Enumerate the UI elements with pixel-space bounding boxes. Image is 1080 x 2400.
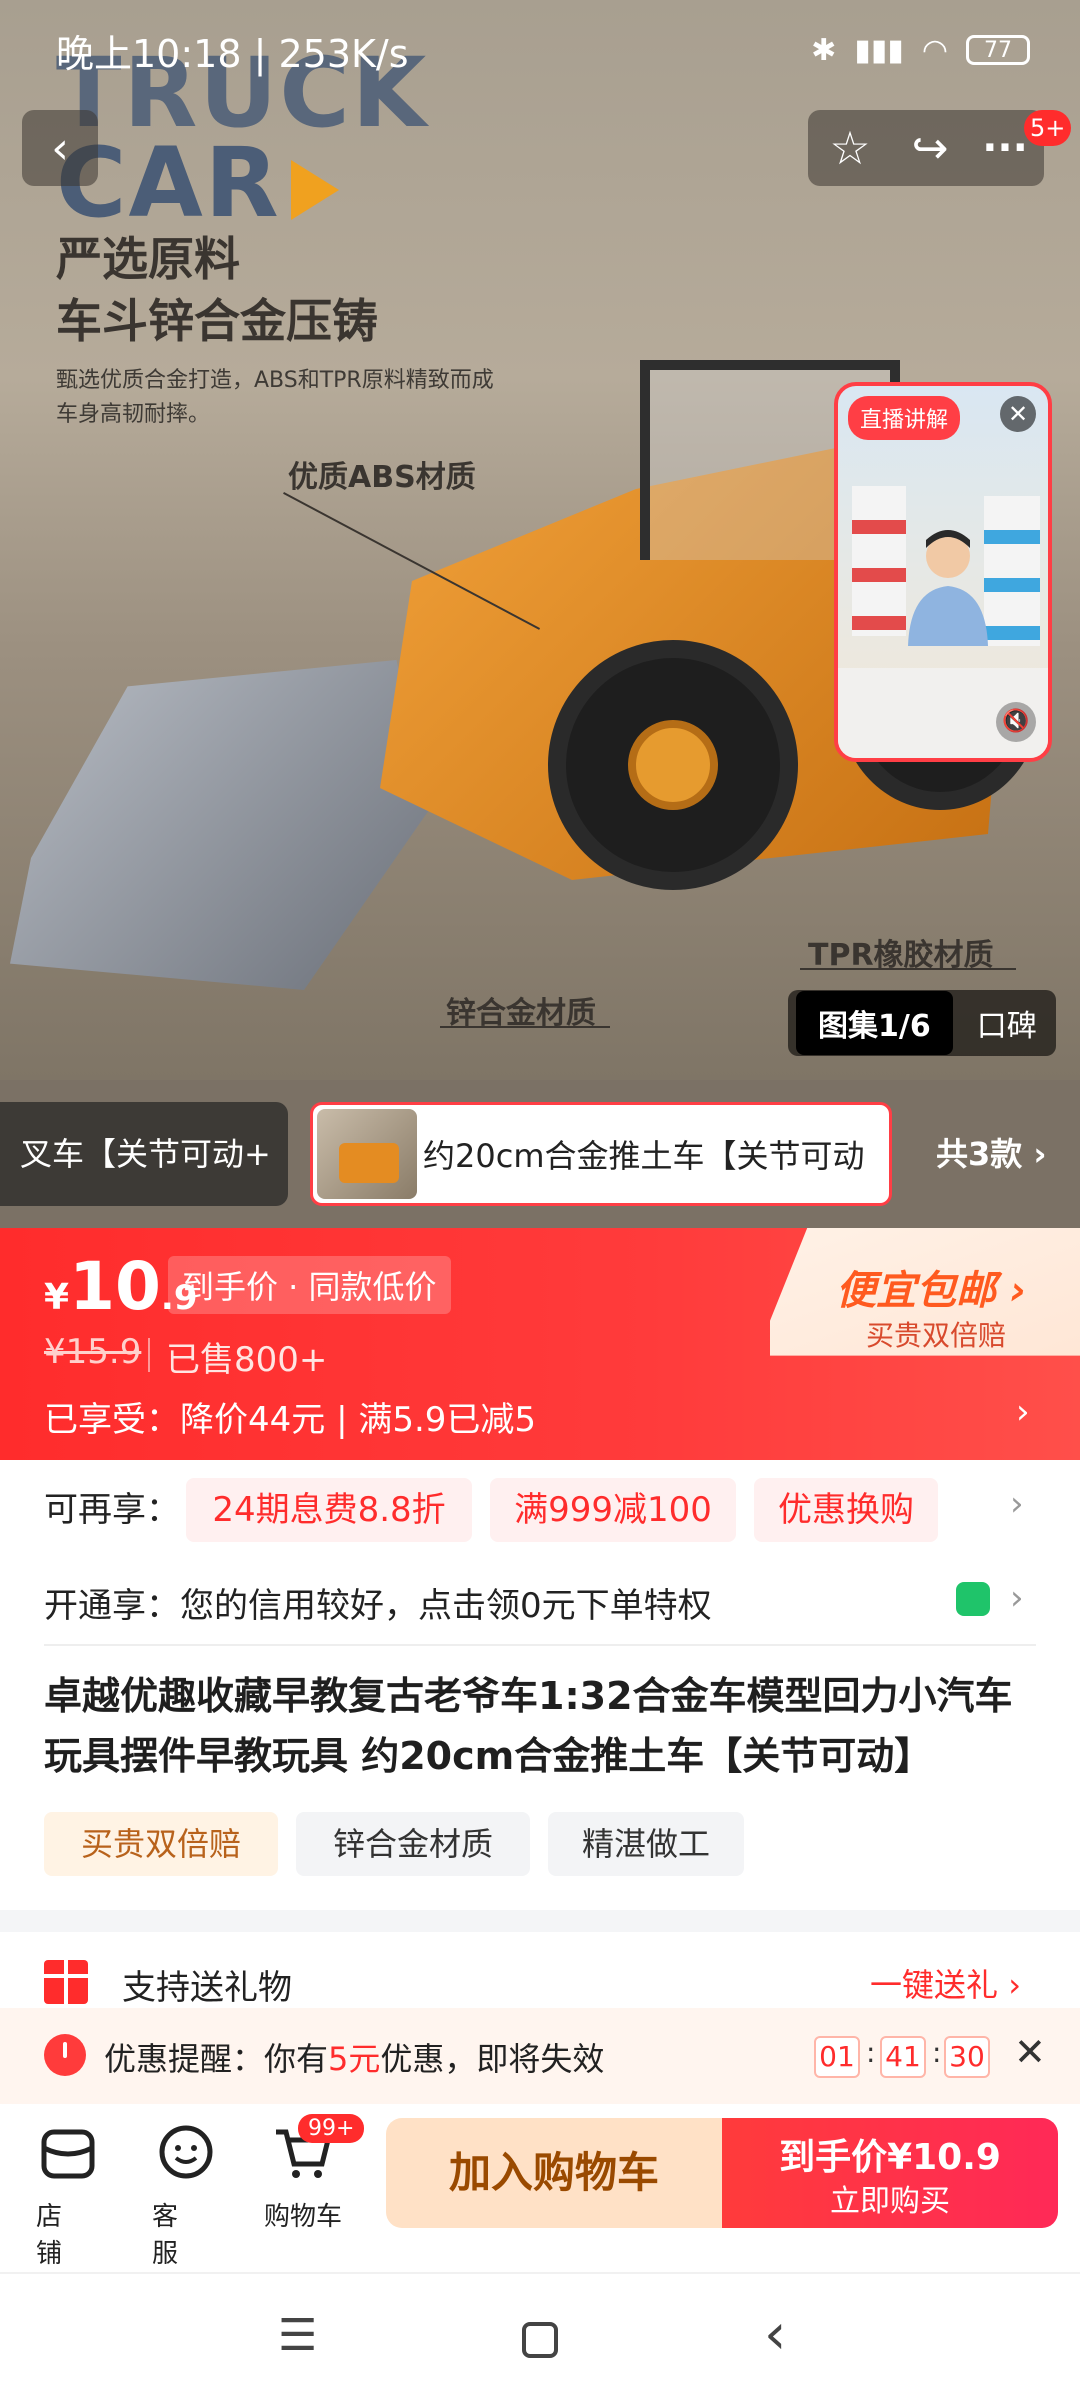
bottom-action-bar: 店铺 客服 99+ 购物车 加入购物车 到手价¥10.9 立即购买 (0, 2104, 1080, 2272)
status-time-speed: 晚上10:18 | 253K/s (56, 31, 409, 76)
variant-label: 约20cm合金推土车【关节可动 (423, 1137, 865, 1175)
price-guarantee: 买贵双倍赔 (866, 1319, 1007, 1352)
tab-reviews[interactable]: 口碑 (977, 1001, 1037, 1045)
variants-more-button[interactable]: 共3款 › (936, 1102, 1047, 1206)
shelf-decor (852, 486, 906, 636)
back-icon[interactable]: ‹ (764, 2302, 786, 2367)
close-reminder-button[interactable]: ✕ (1014, 2030, 1046, 2074)
divider (148, 1338, 150, 1372)
product-tag: 锌合金材质 (296, 1812, 530, 1876)
star-icon: ☆ (829, 121, 871, 175)
promo-chip[interactable]: 24期息费8.8折 (186, 1478, 472, 1542)
promo-chip[interactable]: 优惠换购 (754, 1478, 938, 1542)
countdown-seconds: 30 (944, 2036, 990, 2078)
mute-icon: 🔇 (1002, 709, 1030, 734)
callout-line (800, 968, 1016, 970)
close-live-button[interactable]: ✕ (1000, 396, 1036, 432)
variant-selector: 叉车【关节可动+ 约20cm合金推土车【关节可动 共3款 › (0, 1080, 1080, 1228)
more-promos-row[interactable]: 可再享： 24期息费8.8折 满999减100 优惠换购 › (0, 1460, 1080, 1560)
tab-gallery[interactable]: 图集1/6 (796, 991, 953, 1055)
product-image-gallery[interactable]: TRUCK CAR 严选原料 车斗锌合金压铸 甄选优质合金打造，ABS和TPR原… (0, 0, 1080, 1080)
menu-icon[interactable]: ☰ (278, 2310, 317, 2361)
callout-line (440, 1026, 610, 1028)
coupon-reminder[interactable]: 优惠提醒：你有5元优惠，即将失效 01 : 41 : 30 ✕ (0, 2008, 1080, 2104)
chat-icon (159, 2125, 213, 2179)
back-button[interactable]: ‹ (22, 110, 98, 186)
clock-icon (44, 2034, 86, 2076)
price-tag: 到手价 · 同款低价 (168, 1256, 451, 1314)
gift-icon (44, 1960, 88, 2004)
credit-row[interactable]: 开通享：您的信用较好，点击领0元下单特权 › (0, 1560, 1080, 1644)
close-icon: ✕ (1014, 2030, 1046, 2074)
bluetooth-icon: ✱ (811, 32, 837, 68)
product-title: 卓越优趣收藏早教复古老爷车1:32合金车模型回力小汽车玩具摆件早教玩具 约20c… (44, 1674, 1013, 1778)
chevron-right-icon: › (1010, 1484, 1024, 1524)
variant-thumbnail (317, 1109, 417, 1199)
section-separator (0, 1910, 1080, 1932)
battery-icon: 77 (966, 35, 1030, 65)
free-shipping: 便宜包邮 › (836, 1268, 1027, 1314)
add-to-cart-button[interactable]: 加入购物车 (386, 2118, 722, 2228)
message-badge: 5+ (1024, 110, 1072, 146)
original-price: ¥15.9 (44, 1332, 142, 1372)
send-gift-button[interactable]: 一键送礼 › (870, 1960, 1021, 2006)
gallery-switch[interactable]: 图集1/6 口碑 (788, 990, 1056, 1056)
mute-button[interactable]: 🔇 (996, 702, 1036, 742)
chevron-right-icon: › (1033, 1135, 1047, 1173)
product-tag: 精湛做工 (548, 1812, 744, 1876)
chevron-left-icon: ‹ (51, 122, 69, 174)
hero-subtext: 甄选优质合金打造，ABS和TPR原料精致而成 车身高韧耐摔。 (56, 368, 494, 427)
live-badge: 直播讲解 (848, 396, 961, 440)
hero-headline: 严选原料 车斗锌合金压铸 (56, 232, 378, 348)
signal-icon: ▮▮▮ (854, 32, 904, 68)
truck-hub (628, 720, 718, 810)
chevron-right-icon[interactable]: › (1016, 1392, 1030, 1432)
countdown-hours: 01 (814, 2036, 860, 2078)
truck-bucket (10, 660, 430, 990)
more-icon: ··· (982, 125, 1028, 171)
wifi-icon: ◠ (921, 32, 948, 68)
countdown-colon: : (932, 2036, 942, 2069)
callout-abs: 优质ABS材质 (288, 460, 476, 495)
system-navigation-bar: ☰ ‹ (0, 2272, 1080, 2400)
shopping-bag-icon (956, 1582, 990, 1616)
home-icon[interactable] (522, 2322, 558, 2358)
buy-now-button[interactable]: 到手价¥10.9 立即购买 (722, 2118, 1058, 2228)
divider (44, 1644, 1036, 1646)
close-icon: ✕ (1007, 400, 1029, 428)
promos-label: 可再享： (44, 1490, 180, 1530)
discount-summary[interactable]: 已享受：降价44元 | 满5.9已减5 (44, 1392, 536, 1441)
cart-badge: 99+ (298, 2114, 365, 2143)
chevron-right-icon: › (1010, 1578, 1024, 1618)
gift-row[interactable]: 支持送礼物 一键送礼 › (0, 1952, 1080, 2016)
countdown-minutes: 41 (880, 2036, 926, 2078)
credit-text: 开通享：您的信用较好，点击领0元下单特权 (44, 1586, 712, 1626)
favorite-button[interactable]: ☆ (814, 114, 886, 182)
status-bar: 晚上10:18 | 253K/s ✱ ▮▮▮ ◠ 77 (0, 0, 1080, 100)
share-button[interactable]: ↪ (894, 114, 966, 182)
countdown-colon: : (866, 2036, 876, 2069)
variant-option-selected[interactable]: 约20cm合金推土车【关节可动 (310, 1102, 892, 1206)
product-tag: 买贵双倍赔 (44, 1812, 278, 1876)
promo-chip[interactable]: 满999减100 (490, 1478, 736, 1542)
share-icon: ↪ (911, 122, 949, 174)
gift-label: 支持送礼物 (122, 1968, 292, 2008)
reminder-text: 优惠提醒：你有5元优惠，即将失效 (104, 2040, 605, 2078)
sold-count: 已售800+ (166, 1340, 328, 1380)
store-icon (41, 2129, 95, 2179)
price-banner: ¥10.9 到手价 · 同款低价 ¥15.9 已售800+ 已享受：降价44元 … (0, 1228, 1080, 1460)
variant-option[interactable]: 叉车【关节可动+ (0, 1102, 288, 1206)
live-stream-window[interactable]: 直播讲解 ✕ 🔇 (834, 382, 1052, 762)
presenter-avatar (908, 530, 988, 646)
